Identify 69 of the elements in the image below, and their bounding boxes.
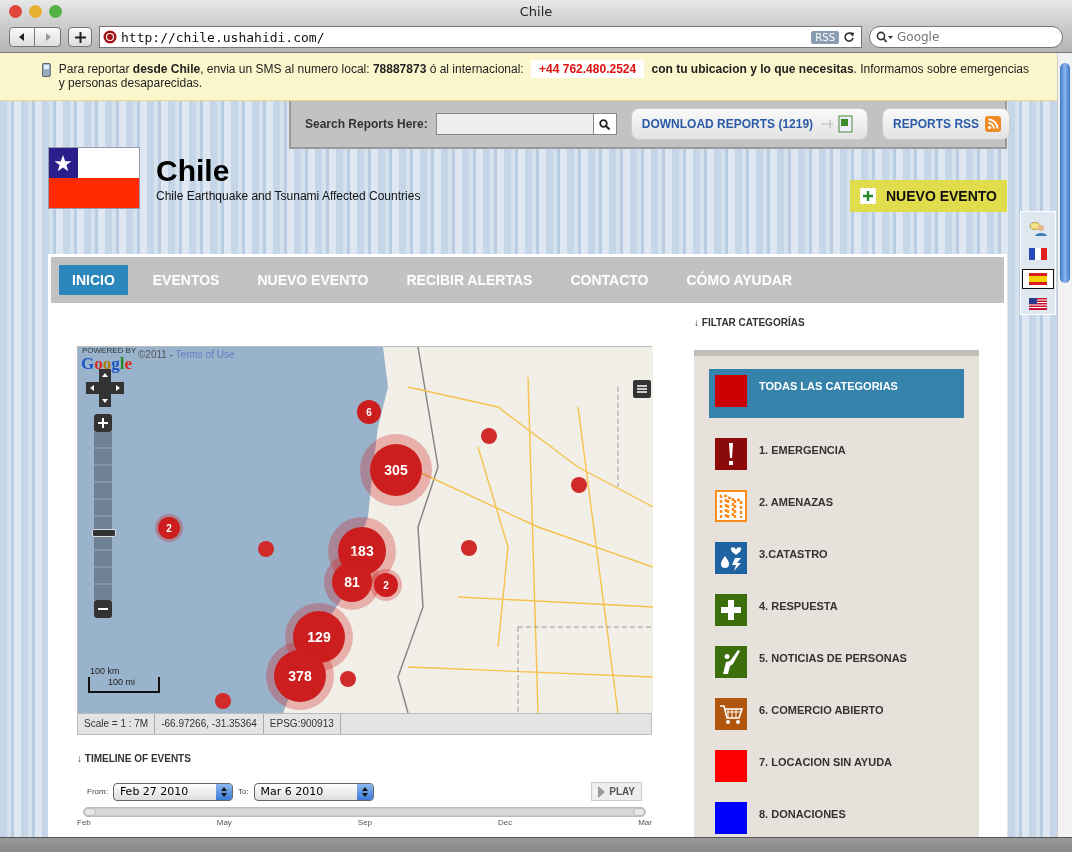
up-down-arrows-icon <box>219 785 228 798</box>
nav-tab[interactable]: INICIO <box>59 265 128 295</box>
scale-label: 100 mi <box>107 678 136 687</box>
category-item[interactable]: 1. EMERGENCIA <box>709 438 964 470</box>
flag-icon[interactable] <box>1022 269 1054 289</box>
site-icon <box>103 30 117 44</box>
map-status-cell: Scale = 1 : 7M <box>78 714 156 734</box>
plus-icon <box>860 188 876 204</box>
category-item[interactable]: 5. NOTICIAS DE PERSONAS <box>709 646 964 678</box>
search-icon <box>876 31 894 43</box>
reports-rss-button[interactable]: REPORTS RSS <box>882 108 1011 140</box>
url-text: http://chile.ushahidi.com/ <box>121 29 326 45</box>
zoom-out-button[interactable] <box>94 600 112 618</box>
timeline-tick-label: Feb <box>77 818 91 828</box>
search-label: Search Reports Here: <box>305 117 428 131</box>
zoom-slider-thumb[interactable] <box>92 528 116 537</box>
category-item[interactable]: TODAS LAS CATEGORIAS <box>709 369 964 418</box>
map-status-cell: -66.97266, -31.35364 <box>155 714 264 734</box>
plus-icon <box>74 31 86 43</box>
category-item[interactable]: 3.CATASTRO <box>709 542 964 574</box>
to-label: To: <box>237 787 249 796</box>
layers-icon[interactable] <box>633 380 651 398</box>
phone-icon <box>42 62 51 78</box>
play-icon <box>598 785 606 798</box>
slider-handle[interactable] <box>633 808 645 816</box>
scrollbar-thumb[interactable] <box>1060 63 1070 283</box>
rss-badge[interactable]: RSS <box>811 30 839 44</box>
category-item[interactable]: 8. DONACIONES <box>709 802 964 834</box>
play-button[interactable]: PLAY <box>591 782 642 801</box>
map-status-cell: EPSG:900913 <box>263 714 341 734</box>
category-item[interactable]: 6. COMERCIO ABIERTO <box>709 698 964 730</box>
search-reports-field[interactable] <box>435 113 617 135</box>
scrollbar[interactable] <box>1057 53 1072 837</box>
address-field[interactable]: http://chile.ushahidi.com/ RSS <box>99 26 862 48</box>
to-date-select[interactable]: Mar 6 2010 <box>253 782 374 801</box>
slider-handle[interactable] <box>84 808 96 816</box>
banner-message: Para reportar desde Chile, envia un SMS al numero local: 78887873 ó al internacional: +44 762.480.2524 con tu ubicacion y lo que necesitas. Informamos sobre emergencias y personas desaparecidas. <box>58 62 1030 90</box>
back-button[interactable] <box>9 27 35 47</box>
timeline-heading: ↓ TIMELINE OF EVENTS <box>77 752 191 764</box>
forward-button[interactable] <box>35 27 61 47</box>
back-arrow-icon <box>17 32 27 42</box>
zoom-in-button[interactable] <box>94 414 112 432</box>
map-attribution: ©2011 - <box>138 349 173 360</box>
plus-icon <box>98 418 108 428</box>
close-icon[interactable] <box>9 4 22 18</box>
timeline-tick-label: May <box>216 818 232 828</box>
category-item[interactable]: 7. LOCACION SIN AYUDA <box>709 750 964 782</box>
category-item[interactable]: 2. AMENAZAS <box>709 490 964 522</box>
reload-icon[interactable] <box>843 31 855 43</box>
download-reports-button[interactable]: DOWNLOAD REPORTS (1219) <box>630 108 869 140</box>
search-box[interactable]: Google <box>869 26 1063 48</box>
up-down-arrows-icon <box>360 785 369 798</box>
timeline-tick-label: Dec <box>498 818 513 828</box>
categories-heading: ↓ FILTAR CATEGORÍAS <box>694 315 805 328</box>
new-event-button[interactable]: NUEVO EVENTO <box>850 180 1007 212</box>
category-item[interactable]: 4. RESPUESTA <box>709 594 964 626</box>
site-subtitle: Chile Earthquake and Tsunami Affected Countries <box>156 189 421 203</box>
scale-label: 100 km <box>90 667 121 676</box>
from-date-select[interactable]: Feb 27 2010 <box>112 782 233 801</box>
window-title: Chile <box>519 3 553 19</box>
search-icon[interactable] <box>599 118 611 130</box>
rss-icon <box>985 116 1002 132</box>
from-label: From: <box>87 787 108 796</box>
site-title: Chile <box>156 155 231 187</box>
powered-by-text: POWERED BY <box>82 347 137 355</box>
map-logo: Google <box>81 354 132 374</box>
add-bookmark-button[interactable] <box>68 27 92 47</box>
timeline-tick-label: Mar <box>638 818 652 828</box>
timeline-tick-label: Sep <box>357 818 373 828</box>
